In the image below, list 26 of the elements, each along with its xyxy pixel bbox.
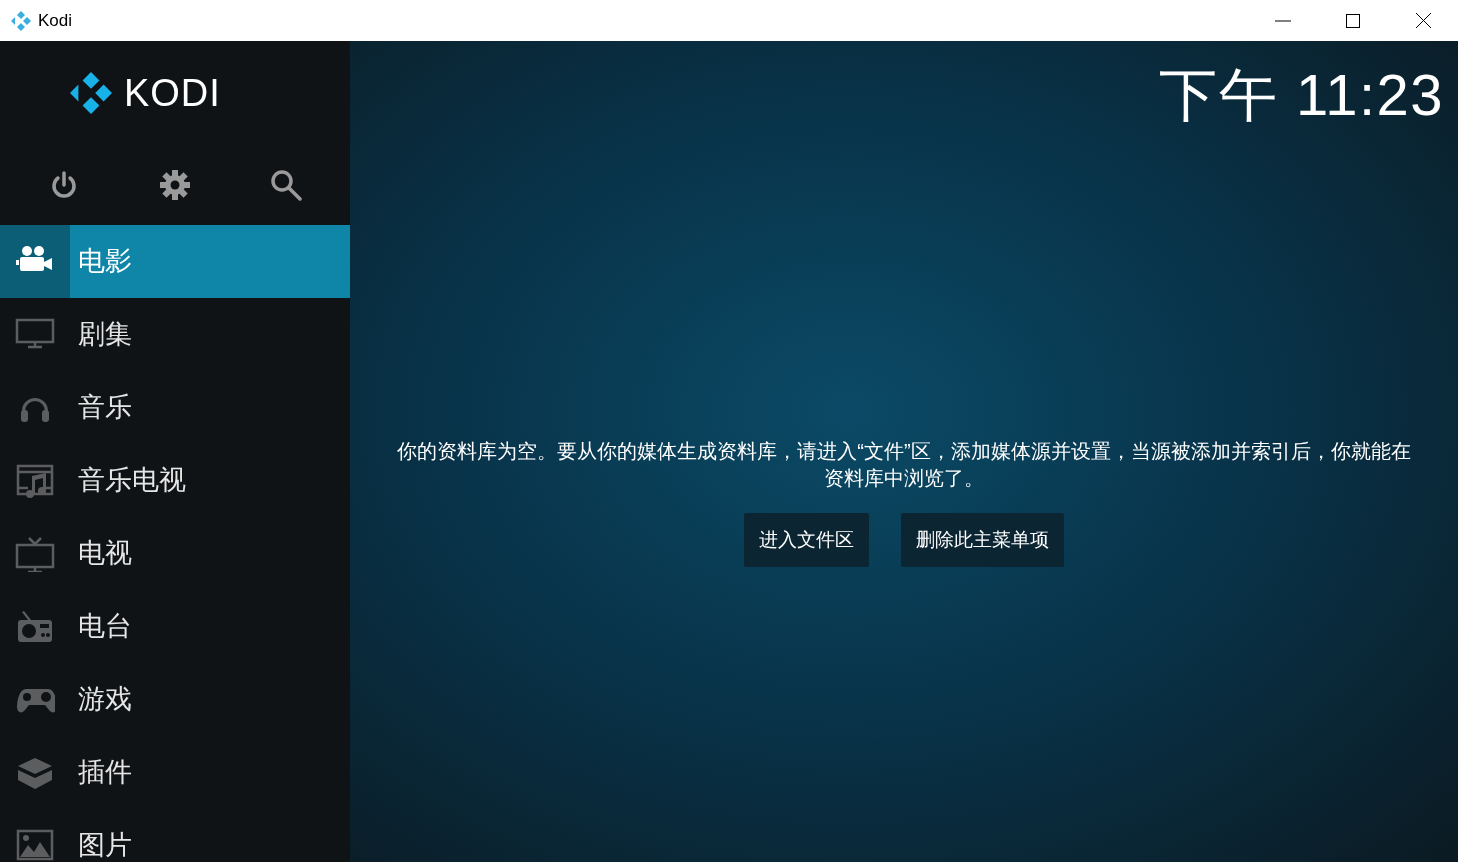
settings-icon [159,169,191,201]
menu-item[interactable]: 游戏 [0,663,350,736]
menu-item[interactable]: 电视 [0,517,350,590]
film-music-icon [15,462,55,499]
menu-item[interactable]: 音乐 [0,371,350,444]
window-title: Kodi [38,9,73,32]
minimize-icon [1275,19,1291,22]
menu-item[interactable]: 插件 [0,736,350,809]
menu-item[interactable]: 音乐电视 [0,444,350,517]
action-button[interactable]: 删除此主菜单项 [901,513,1064,567]
menu-item[interactable]: 剧集 [0,298,350,371]
logo-text: KODI [124,70,221,116]
kodi-logo-icon [70,72,112,114]
radio-icon [15,608,55,645]
app-logo-icon [11,10,31,31]
clock: 下午 11:23 [1159,61,1444,129]
menu-item[interactable]: 电台 [0,590,350,663]
television-icon [15,535,55,572]
picture-icon [15,827,55,862]
action-button[interactable]: 进入文件区 [744,513,869,567]
menu-item[interactable]: 电影 [0,225,350,298]
maximize-icon [1346,13,1360,28]
menu-item[interactable]: 图片 [0,809,350,862]
search-icon [270,169,303,201]
close-icon [1415,13,1431,28]
empty-library-message: 你的资料库为空。要从你的媒体生成资料库，请进入“文件”区，添加媒体源并设置，当源被添加并索引后，你就能在资料库中浏览了。 [396,439,1412,491]
